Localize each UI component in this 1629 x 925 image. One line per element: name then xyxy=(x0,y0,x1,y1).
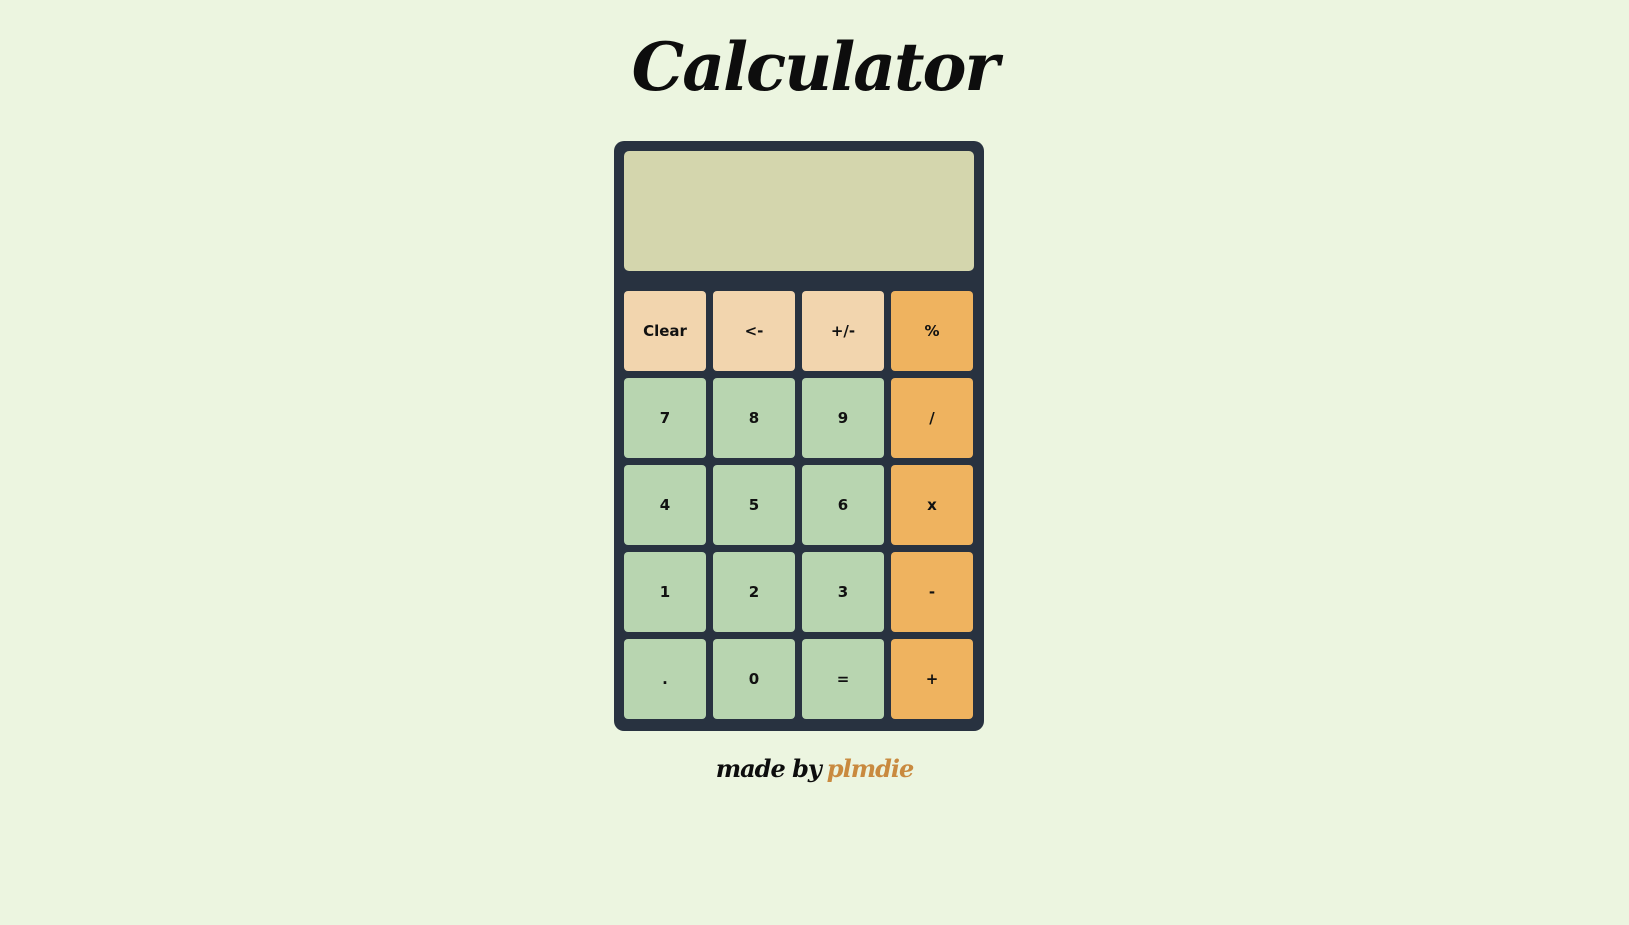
digit-1-button[interactable]: 1 xyxy=(624,552,706,632)
calculator-display xyxy=(624,151,974,271)
digit-5-button[interactable]: 5 xyxy=(713,465,795,545)
digit-9-button[interactable]: 9 xyxy=(802,378,884,458)
footer-prefix: made by xyxy=(715,754,822,783)
multiply-button[interactable]: x xyxy=(891,465,973,545)
digit-0-button[interactable]: 0 xyxy=(713,639,795,719)
decimal-button[interactable]: . xyxy=(624,639,706,719)
sign-toggle-button[interactable]: +/- xyxy=(802,291,884,371)
divide-button[interactable]: / xyxy=(891,378,973,458)
author-link[interactable]: plmdie xyxy=(827,754,914,783)
equals-button[interactable]: = xyxy=(802,639,884,719)
digit-8-button[interactable]: 8 xyxy=(713,378,795,458)
calculator: Clear <- +/- % 7 8 9 / 4 5 6 x 1 2 3 - .… xyxy=(614,141,984,731)
percent-button[interactable]: % xyxy=(891,291,973,371)
digit-7-button[interactable]: 7 xyxy=(624,378,706,458)
digit-4-button[interactable]: 4 xyxy=(624,465,706,545)
digit-3-button[interactable]: 3 xyxy=(802,552,884,632)
footer-credit: made by plmdie xyxy=(0,754,1629,783)
keypad: Clear <- +/- % 7 8 9 / 4 5 6 x 1 2 3 - .… xyxy=(624,291,974,719)
clear-button[interactable]: Clear xyxy=(624,291,706,371)
digit-6-button[interactable]: 6 xyxy=(802,465,884,545)
backspace-button[interactable]: <- xyxy=(713,291,795,371)
subtract-button[interactable]: - xyxy=(891,552,973,632)
digit-2-button[interactable]: 2 xyxy=(713,552,795,632)
add-button[interactable]: + xyxy=(891,639,973,719)
page-title: Calculator xyxy=(631,28,1000,106)
